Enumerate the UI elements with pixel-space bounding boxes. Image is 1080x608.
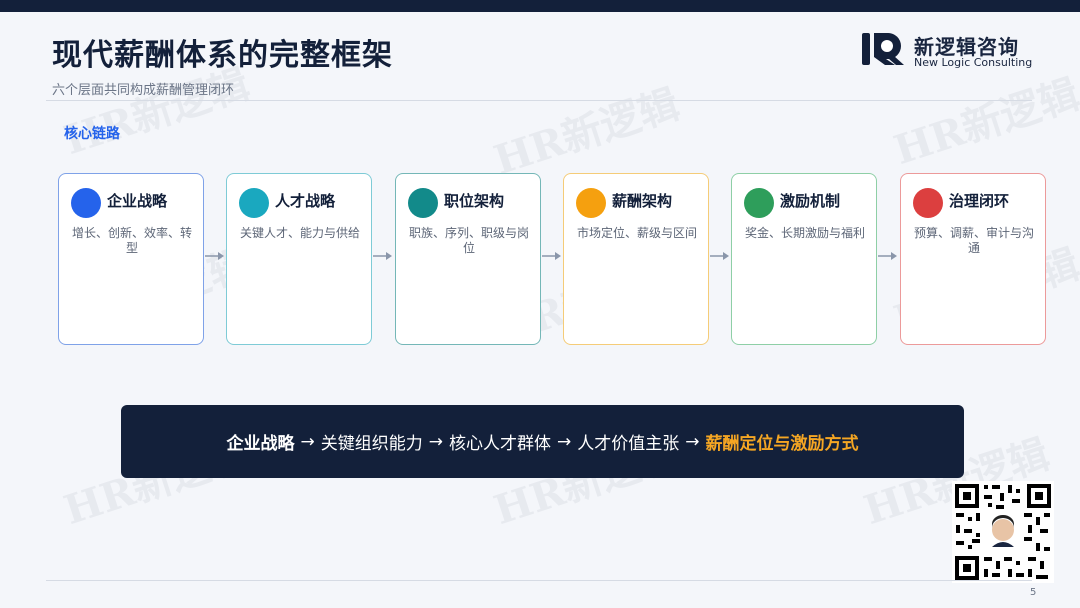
card-title: 企业战略 xyxy=(107,192,168,210)
banner-arrow: → xyxy=(300,431,315,452)
logo-mark-icon xyxy=(862,33,904,65)
framework-card: 治理闭环 预算、调薪、审计与沟通 xyxy=(900,173,1046,345)
card-title: 激励机制 xyxy=(780,192,841,210)
page-title: 现代薪酬体系的完整框架 xyxy=(52,38,393,73)
top-bar xyxy=(0,0,1080,12)
qr-code-icon xyxy=(952,481,1054,583)
qr-code[interactable] xyxy=(952,481,1054,583)
card-description: 关键人才、能力与供给 xyxy=(239,226,360,240)
page-subtitle: 六个层面共同构成薪酬管理闭环 xyxy=(52,83,235,98)
framework-card: 人才战略 关键人才、能力与供给 xyxy=(226,173,372,345)
banner-step: 关键组织能力 xyxy=(320,434,423,454)
card-dot-icon xyxy=(744,188,774,218)
arrow-right-icon xyxy=(205,252,224,260)
arrow-right-icon xyxy=(878,252,897,260)
arrow-right-icon xyxy=(710,252,729,260)
banner-arrow: → xyxy=(685,431,700,452)
card-title: 薪酬架构 xyxy=(612,192,673,210)
company-logo: 新逻辑咨询 New Logic Consulting xyxy=(860,30,1040,70)
card-title: 治理闭环 xyxy=(949,192,1010,210)
footer-divider xyxy=(46,580,1032,581)
banner-step: 核心人才群体 xyxy=(449,434,551,454)
card-description: 增长、创新、效率、转型 xyxy=(71,226,192,255)
banner-arrow: → xyxy=(557,431,572,452)
card-dot-icon xyxy=(408,188,438,218)
banner-arrow: → xyxy=(428,431,443,452)
arrow-right-icon xyxy=(373,252,392,260)
card-dot-icon xyxy=(913,188,943,218)
framework-card: 薪酬架构 市场定位、薪级与区间 xyxy=(563,173,709,345)
logo-english-name: New Logic Consulting xyxy=(914,56,1033,69)
card-description: 职族、序列、职级与岗位 xyxy=(408,226,529,255)
summary-banner: 企业战略 → 关键组织能力 → 核心人才群体 → 人才价值主张 → 薪酬定位与激… xyxy=(121,405,964,478)
banner-highlight: 薪酬定位与激励方式 xyxy=(705,434,859,454)
banner-step: 企业战略 xyxy=(226,434,295,454)
card-dot-icon xyxy=(71,188,101,218)
framework-card: 企业战略 增长、创新、效率、转型 xyxy=(58,173,204,345)
framework-card: 职位架构 职族、序列、职级与岗位 xyxy=(395,173,541,345)
watermark: HR新逻辑 xyxy=(888,70,1080,175)
card-title: 人才战略 xyxy=(275,192,336,210)
framework-card: 激励机制 奖金、长期激励与福利 xyxy=(731,173,877,345)
watermark: HR新逻辑 xyxy=(488,80,685,185)
card-description: 市场定位、薪级与区间 xyxy=(576,226,697,240)
card-dot-icon xyxy=(576,188,606,218)
section-label: 核心链路 xyxy=(64,126,120,142)
card-title: 职位架构 xyxy=(444,192,505,210)
card-dot-icon xyxy=(239,188,269,218)
banner-step: 人才价值主张 xyxy=(577,434,680,454)
card-description: 奖金、长期激励与福利 xyxy=(744,226,865,240)
card-description: 预算、调薪、审计与沟通 xyxy=(913,226,1034,255)
header-divider xyxy=(46,100,1032,101)
arrow-right-icon xyxy=(542,252,561,260)
page-number: 5 xyxy=(1030,587,1037,598)
